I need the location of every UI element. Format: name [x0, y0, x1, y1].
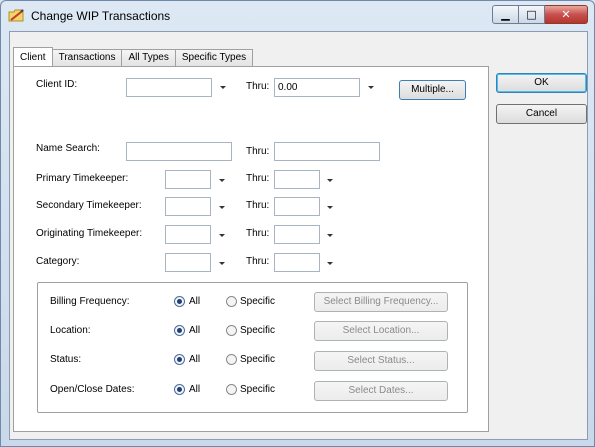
originating-timekeeper-thru-label: Thru: [246, 228, 270, 239]
folder-pencil-icon [8, 9, 24, 22]
client-id-thru-label: Thru: [246, 81, 270, 92]
secondary-timekeeper-thru-input[interactable] [274, 197, 320, 216]
select-dates-button[interactable]: Select Dates... [314, 381, 448, 401]
originating-timekeeper-from-input[interactable] [165, 225, 211, 244]
select-billing-frequency-button[interactable]: Select Billing Frequency... [314, 292, 448, 312]
open-close-dates-all-label: All [189, 384, 201, 395]
name-search-thru-input[interactable] [274, 142, 380, 161]
minimize-button[interactable]: ▁ [492, 5, 519, 24]
open-close-dates-specific-radio[interactable] [226, 384, 237, 395]
originating-timekeeper-label: Originating Timekeeper: [36, 228, 143, 239]
open-close-dates-label: Open/Close Dates: [50, 384, 135, 395]
name-search-label: Name Search: [36, 143, 100, 154]
close-button[interactable]: ✕ [545, 5, 588, 24]
maximize-button[interactable]: □ [519, 5, 545, 24]
category-label: Category: [36, 256, 80, 267]
select-location-button[interactable]: Select Location... [314, 321, 448, 341]
location-label: Location: [50, 325, 91, 336]
originating-timekeeper-thru-dropdown[interactable] [324, 227, 336, 244]
window-controls: ▁ □ ✕ [492, 5, 588, 24]
category-thru-label: Thru: [246, 256, 270, 267]
client-id-from-input[interactable] [126, 78, 212, 97]
category-from-input[interactable] [165, 253, 211, 272]
status-all-label: All [189, 354, 201, 365]
client-id-thru-dropdown[interactable] [365, 79, 377, 96]
originating-timekeeper-thru-input[interactable] [274, 225, 320, 244]
primary-timekeeper-thru-label: Thru: [246, 173, 270, 184]
window-title: Change WIP Transactions [31, 9, 171, 23]
client-id-label: Client ID: [36, 79, 78, 90]
billing-frequency-specific-radio[interactable] [226, 296, 237, 307]
billing-frequency-specific-label: Specific [240, 296, 276, 307]
billing-frequency-all-radio[interactable] [174, 296, 185, 307]
open-close-dates-specific-label: Specific [240, 384, 276, 395]
secondary-timekeeper-thru-label: Thru: [246, 200, 270, 211]
multiple-button[interactable]: Multiple... [399, 80, 466, 100]
client-id-thru-input[interactable]: 0.00 [274, 78, 360, 97]
primary-timekeeper-from-input[interactable] [165, 170, 211, 189]
tab-client[interactable]: Client [13, 47, 53, 67]
category-from-dropdown[interactable] [216, 255, 228, 272]
primary-timekeeper-thru-dropdown[interactable] [324, 172, 336, 189]
billing-frequency-all-label: All [189, 296, 201, 307]
select-status-button[interactable]: Select Status... [314, 351, 448, 371]
category-thru-dropdown[interactable] [324, 255, 336, 272]
secondary-timekeeper-from-dropdown[interactable] [216, 199, 228, 216]
billing-frequency-label: Billing Frequency: [50, 296, 130, 307]
category-thru-input[interactable] [274, 253, 320, 272]
name-search-from-input[interactable] [126, 142, 232, 161]
status-specific-label: Specific [240, 354, 276, 365]
secondary-timekeeper-thru-dropdown[interactable] [324, 199, 336, 216]
tab-strip: Client Transactions All Types Specific T… [13, 47, 254, 67]
tab-all-types[interactable]: All Types [121, 49, 176, 67]
status-specific-radio[interactable] [226, 354, 237, 365]
tab-specific-types[interactable]: Specific Types [174, 49, 254, 67]
cancel-button[interactable]: Cancel [496, 104, 587, 124]
secondary-timekeeper-from-input[interactable] [165, 197, 211, 216]
primary-timekeeper-from-dropdown[interactable] [216, 172, 228, 189]
maximize-icon: □ [526, 8, 537, 21]
open-close-dates-all-radio[interactable] [174, 384, 185, 395]
originating-timekeeper-from-dropdown[interactable] [216, 227, 228, 244]
status-all-radio[interactable] [174, 354, 185, 365]
location-specific-label: Specific [240, 325, 276, 336]
title-bar[interactable]: Change WIP Transactions ▁ □ ✕ [1, 1, 594, 31]
location-specific-radio[interactable] [226, 325, 237, 336]
client-id-from-dropdown[interactable] [217, 79, 229, 96]
close-icon: ✕ [561, 8, 571, 21]
status-label: Status: [50, 354, 82, 365]
tab-transactions[interactable]: Transactions [51, 49, 123, 67]
primary-timekeeper-label: Primary Timekeeper: [36, 173, 129, 184]
name-search-thru-label: Thru: [246, 146, 270, 157]
location-all-radio[interactable] [174, 325, 185, 336]
primary-timekeeper-thru-input[interactable] [274, 170, 320, 189]
secondary-timekeeper-label: Secondary Timekeeper: [36, 200, 142, 211]
minimize-icon: ▁ [501, 8, 510, 21]
location-all-label: All [189, 325, 201, 336]
ok-button[interactable]: OK [496, 73, 587, 93]
